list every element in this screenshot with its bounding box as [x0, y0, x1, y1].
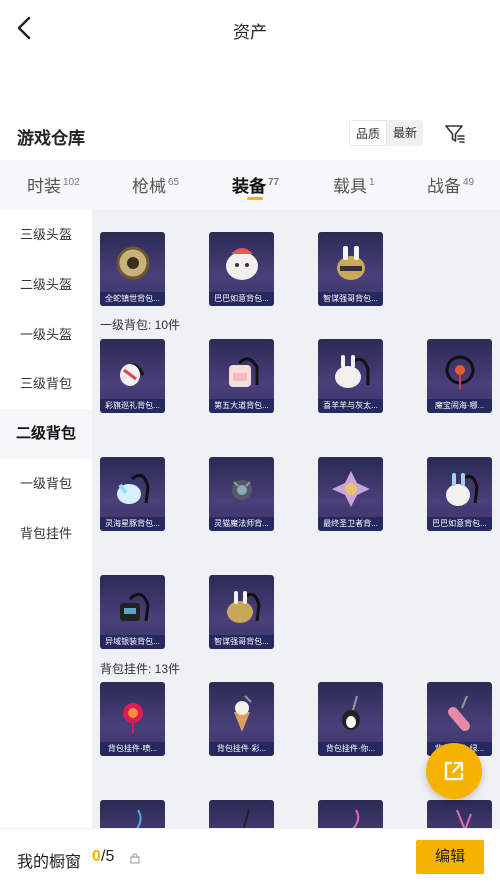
item-image — [100, 682, 165, 744]
sidebar-item-helmet-2[interactable]: 二级头盔 — [0, 260, 92, 310]
item-card[interactable] — [318, 800, 383, 830]
item-caption: 灵猫魔法师背... — [209, 517, 274, 531]
section-label: 背包挂件: 13件 — [100, 662, 181, 676]
item-card[interactable]: 喜羊羊与灰太... — [318, 339, 383, 413]
item-image — [427, 457, 492, 519]
item-image — [100, 232, 165, 294]
item-caption: 异域银装背包... — [100, 635, 165, 649]
item-card[interactable]: 最终圣卫者背... — [318, 457, 383, 531]
item-card[interactable]: 异域银装背包... — [100, 575, 165, 649]
tab-count: 49 — [463, 177, 475, 188]
sidebar-item-helmet-3[interactable]: 三级头盔 — [0, 210, 92, 260]
item-card[interactable]: 智谋强哥背包... — [209, 575, 274, 649]
item-card[interactable] — [100, 800, 165, 830]
item-caption: 智谋强哥背包... — [318, 292, 383, 306]
item-image — [209, 575, 274, 637]
page-title: 资产 — [233, 23, 267, 42]
warehouse-header: 游戏仓库 品质 最新 — [0, 118, 500, 152]
item-card[interactable] — [427, 800, 492, 830]
item-image — [209, 457, 274, 519]
item-image — [100, 800, 165, 830]
item-caption: 智谋强哥背包... — [209, 635, 274, 649]
tab-count: 1 — [369, 177, 375, 188]
item-caption: 巴巴如意背包... — [427, 517, 492, 531]
item-caption: 背包挂件·喷... — [100, 742, 165, 756]
item-image — [318, 682, 383, 744]
item-caption: 彩旗巡礼背包... — [100, 399, 165, 413]
item-caption: 魔宝闹海·哪... — [427, 399, 492, 413]
item-grid: 全蛇镇世背包... 巴巴如意背包... 智谋强哥背包... 一级背包: 10件 … — [92, 210, 500, 830]
item-card[interactable]: 背包挂件·彩... — [209, 682, 274, 756]
lock-icon — [130, 853, 140, 864]
item-card[interactable]: 巴巴如意背包... — [427, 457, 492, 531]
tab-count: 65 — [168, 177, 180, 188]
edit-button[interactable]: 编辑 — [416, 840, 484, 874]
showcase-count: 0 — [92, 848, 101, 865]
top-bar: 资产 — [0, 0, 500, 60]
sidebar-item-backpack-1[interactable]: 一级背包 — [0, 459, 92, 509]
item-image — [100, 575, 165, 637]
share-icon — [444, 761, 464, 781]
filter-icon[interactable] — [443, 122, 467, 146]
item-image — [427, 800, 492, 830]
warehouse-title: 游戏仓库 — [17, 129, 85, 148]
item-caption: 背包挂件·你... — [318, 742, 383, 756]
section-label: 一级背包: 10件 — [100, 318, 181, 332]
item-caption: 喜羊羊与灰太... — [318, 399, 383, 413]
sidebar-item-backpack-2[interactable]: 二级背包 — [0, 409, 92, 459]
item-card[interactable]: 背包挂件·喷... — [100, 682, 165, 756]
item-image — [318, 457, 383, 519]
active-tab-indicator — [247, 197, 263, 200]
item-image — [318, 232, 383, 294]
category-tabs: 时装 102 枪械 65 装备 77 载具 1 战备 49 — [0, 160, 500, 210]
sidebar-item-backpack-3[interactable]: 三级背包 — [0, 359, 92, 409]
item-image — [318, 339, 383, 401]
tab-count: 102 — [63, 177, 80, 188]
item-caption: 巴巴如意背包... — [209, 292, 274, 306]
item-image — [209, 800, 274, 830]
item-card[interactable]: 第五大道背包... — [209, 339, 274, 413]
item-card[interactable]: 彩旗巡礼背包... — [100, 339, 165, 413]
item-caption: 最终圣卫者背... — [318, 517, 383, 531]
sort-quality-button[interactable]: 品质 — [349, 120, 388, 146]
tab-battle-prep[interactable]: 战备 49 — [427, 172, 474, 197]
sidebar: 三级头盔 二级头盔 一级头盔 三级背包 二级背包 一级背包 背包挂件 — [0, 210, 92, 830]
item-caption: 背包挂件·彩... — [209, 742, 274, 756]
tab-vehicles[interactable]: 载具 1 — [333, 172, 375, 197]
item-image — [209, 232, 274, 294]
item-image — [427, 339, 492, 401]
item-image — [100, 457, 165, 519]
tab-guns[interactable]: 枪械 65 — [132, 172, 179, 197]
sidebar-item-helmet-1[interactable]: 一级头盔 — [0, 310, 92, 360]
sort-toggle: 品质 最新 — [349, 120, 424, 146]
item-image — [427, 682, 492, 744]
item-card[interactable] — [209, 800, 274, 830]
item-image — [318, 800, 383, 830]
item-card[interactable]: 灵猫魔法师背... — [209, 457, 274, 531]
tab-fashion[interactable]: 时装 102 — [27, 172, 80, 197]
sidebar-item-backpack-pendant[interactable]: 背包挂件 — [0, 509, 92, 559]
tab-count: 77 — [268, 177, 280, 188]
item-image — [209, 339, 274, 401]
item-caption: 第五大道背包... — [209, 399, 274, 413]
sort-newest-button[interactable]: 最新 — [387, 120, 423, 146]
showcase-total: /5 — [101, 848, 115, 865]
tab-equipment[interactable]: 装备 77 — [232, 172, 279, 197]
item-image — [100, 339, 165, 401]
item-card[interactable]: 背包挂件·你... — [318, 682, 383, 756]
item-caption: 全蛇镇世背包... — [100, 292, 165, 306]
item-card[interactable]: 智谋强哥背包... — [318, 232, 383, 306]
item-card[interactable]: 巴巴如意背包... — [209, 232, 274, 306]
item-image — [209, 682, 274, 744]
share-button[interactable] — [426, 743, 482, 799]
item-card[interactable]: 灵海星豚背包... — [100, 457, 165, 531]
item-caption: 灵海星豚背包... — [100, 517, 165, 531]
showcase-label: 我的橱窗 — [17, 854, 82, 871]
item-card[interactable]: 魔宝闹海·哪... — [427, 339, 492, 413]
bottom-bar: 我的橱窗 0 /5 编辑 — [0, 828, 500, 885]
item-card[interactable]: 全蛇镇世背包... — [100, 232, 165, 306]
